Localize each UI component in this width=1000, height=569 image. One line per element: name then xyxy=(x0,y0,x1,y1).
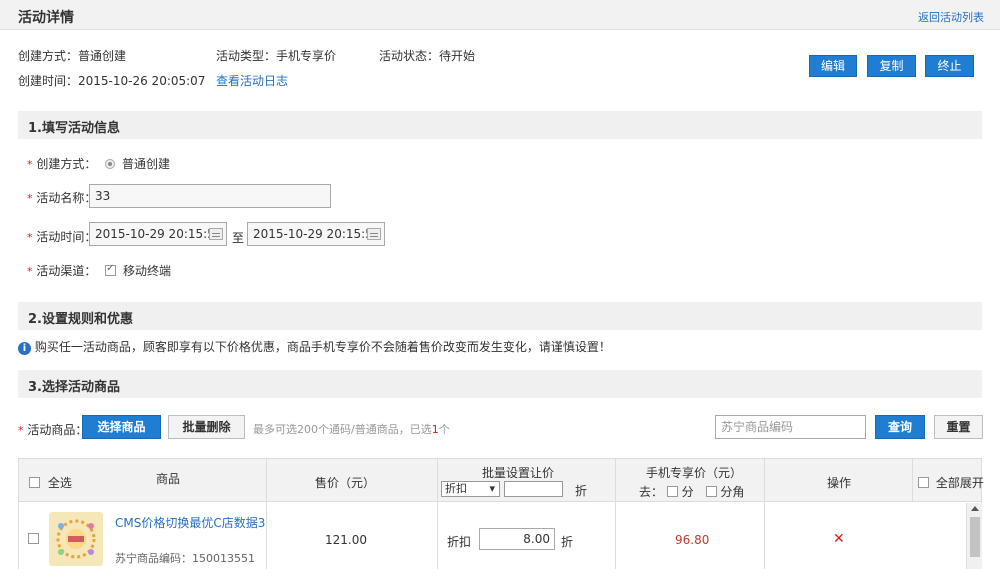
chevron-down-icon: ▾ xyxy=(489,482,495,495)
activity-name-input[interactable]: 33 xyxy=(89,184,331,208)
selected-count: 1 xyxy=(431,423,439,436)
selection-hint: 最多可选200个通码/普通商品，已选1个 xyxy=(253,421,450,437)
activity-time-label: 活动时间： xyxy=(36,230,97,244)
product-price: 121.00 xyxy=(325,533,367,547)
remove-prefix-label: 去： xyxy=(639,485,664,499)
expand-all-label: 全部展开 xyxy=(935,476,984,490)
normal-create-label: 普通创建 xyxy=(122,157,171,171)
discount-label: 折扣 xyxy=(447,535,472,549)
remove-fen-label: 分 xyxy=(681,485,694,499)
required-mark: * xyxy=(27,265,33,278)
activity-time-row: * 活动时间： xyxy=(27,228,96,245)
scroll-up-icon[interactable] xyxy=(971,506,979,511)
normal-create-radio[interactable] xyxy=(105,159,116,169)
mobile-channel-label: 移动终端 xyxy=(123,264,172,278)
remove-jiao-label: 分角 xyxy=(720,485,745,499)
select-all-label: 全选 xyxy=(47,476,72,490)
channel-row: * 活动渠道： 移动终端 xyxy=(27,262,171,279)
batch-delete-button[interactable]: 批量删除 xyxy=(168,415,245,439)
expand-all-checkbox[interactable] xyxy=(918,477,929,488)
batch-type-select[interactable]: 折扣 ▾ xyxy=(441,481,500,497)
selection-hint-text: 最多可选200个通码/普通商品，已选 xyxy=(253,423,432,436)
rules-notice: i 购买任一活动商品，顾客即享有以下价格优惠，商品手机专享价不会随着售价改变而发… xyxy=(18,338,611,355)
expand-all-group: 全部展开 xyxy=(918,474,984,491)
product-column-header: 商品 xyxy=(156,472,181,486)
mobile-price-column-header: 手机专享价（元） xyxy=(646,466,743,480)
product-name-link[interactable]: CMS价格切换最优C店数据3 xyxy=(115,514,265,531)
channel-label: 活动渠道： xyxy=(36,264,97,278)
goods-table-header: 全选 商品 售价（元） 批量设置让价 折扣 ▾ 折 手机专享价（元） 去： 分 … xyxy=(18,458,984,503)
activity-type-info: 活动类型：手机专享价 xyxy=(216,49,337,63)
activity-name-label: 活动名称： xyxy=(36,191,97,205)
product-code-search-input[interactable]: 苏宁商品编码 xyxy=(715,415,866,439)
title-bar xyxy=(0,0,1000,30)
goods-label: 活动商品： xyxy=(27,423,88,437)
required-mark: * xyxy=(18,424,24,437)
start-time-value: 2015-10-29 20:15:53 xyxy=(95,227,223,241)
price-column-header: 售价（元） xyxy=(315,476,376,490)
product-thumbnail[interactable] xyxy=(49,512,103,566)
view-log-link[interactable]: 查看活动日志 xyxy=(216,72,288,89)
operation-column-header: 操作 xyxy=(827,476,852,490)
required-mark: * xyxy=(27,158,33,171)
batch-column-header: 批量设置让价 xyxy=(482,466,555,480)
section-goods-title: 3.选择活动商品 xyxy=(28,380,120,395)
table-row: CMS价格切换最优C店数据3 苏宁商品编码：150013551 121.00 折… xyxy=(18,502,982,569)
batch-value-input[interactable] xyxy=(504,481,563,497)
activity-status-info: 活动状态：待开始 xyxy=(379,49,476,63)
page-title: 活动详情 xyxy=(18,10,74,26)
scroll-thumb[interactable] xyxy=(970,517,980,557)
batch-unit-label: 折 xyxy=(575,484,588,498)
calendar-icon[interactable] xyxy=(209,228,223,240)
reset-button[interactable]: 重置 xyxy=(934,415,983,439)
select-all-group: 全选 xyxy=(29,474,72,491)
end-time-input[interactable]: 2015-10-29 20:15:54 xyxy=(247,222,385,246)
query-button[interactable]: 查询 xyxy=(875,415,925,439)
section-rules-header: 2.设置规则和优惠 xyxy=(18,302,982,330)
required-mark: * xyxy=(27,231,33,244)
delete-icon[interactable]: ✕ xyxy=(833,531,845,547)
info-icon: i xyxy=(18,342,31,355)
create-time-info: 创建时间：2015-10-26 20:05:07 xyxy=(18,74,206,88)
remove-decimals-group: 去： 分 分角 xyxy=(639,483,744,500)
section-rules-title: 2.设置规则和优惠 xyxy=(28,312,133,327)
time-separator: 至 xyxy=(232,231,245,245)
remove-jiao-checkbox[interactable] xyxy=(705,486,717,497)
create-method-row: * 创建方式： 普通创建 xyxy=(27,155,170,172)
back-to-list-link[interactable]: 返回活动列表 xyxy=(918,9,984,25)
row-select-checkbox[interactable] xyxy=(28,533,39,544)
rules-notice-text: 购买任一活动商品，顾客即享有以下价格优惠，商品手机专享价不会随着售价改变而发生变… xyxy=(34,340,611,354)
edit-button[interactable]: 编辑 xyxy=(809,55,857,77)
start-time-input[interactable]: 2015-10-29 20:15:53 xyxy=(89,222,227,246)
discount-unit: 折 xyxy=(561,535,574,549)
mobile-channel-checkbox[interactable] xyxy=(105,263,117,276)
table-scrollbar[interactable] xyxy=(966,503,982,569)
discount-input[interactable]: 8.00 xyxy=(479,528,555,550)
selection-hint-suffix: 个 xyxy=(438,423,450,436)
section-activity-info-header: 1.填写活动信息 xyxy=(18,111,982,139)
batch-type-value: 折扣 xyxy=(445,482,467,495)
section-activity-info-title: 1.填写活动信息 xyxy=(28,121,120,136)
create-method-info: 创建方式：普通创建 xyxy=(18,49,127,63)
section-goods-header: 3.选择活动商品 xyxy=(18,370,982,398)
calendar-icon[interactable] xyxy=(367,228,381,240)
stop-button[interactable]: 终止 xyxy=(925,55,974,77)
mobile-exclusive-price: 96.80 xyxy=(675,533,710,547)
copy-button[interactable]: 复制 xyxy=(867,55,916,77)
activity-name-row: * 活动名称： xyxy=(27,189,96,206)
create-method-label: 创建方式： xyxy=(36,157,97,171)
end-time-value: 2015-10-29 20:15:54 xyxy=(253,227,381,241)
remove-fen-checkbox[interactable] xyxy=(666,486,678,497)
select-goods-button[interactable]: 选择商品 xyxy=(82,415,161,439)
select-all-checkbox[interactable] xyxy=(29,477,40,488)
goods-row: * 活动商品： xyxy=(18,421,87,438)
product-code: 苏宁商品编码：150013551 xyxy=(115,552,255,565)
required-mark: * xyxy=(27,192,33,205)
